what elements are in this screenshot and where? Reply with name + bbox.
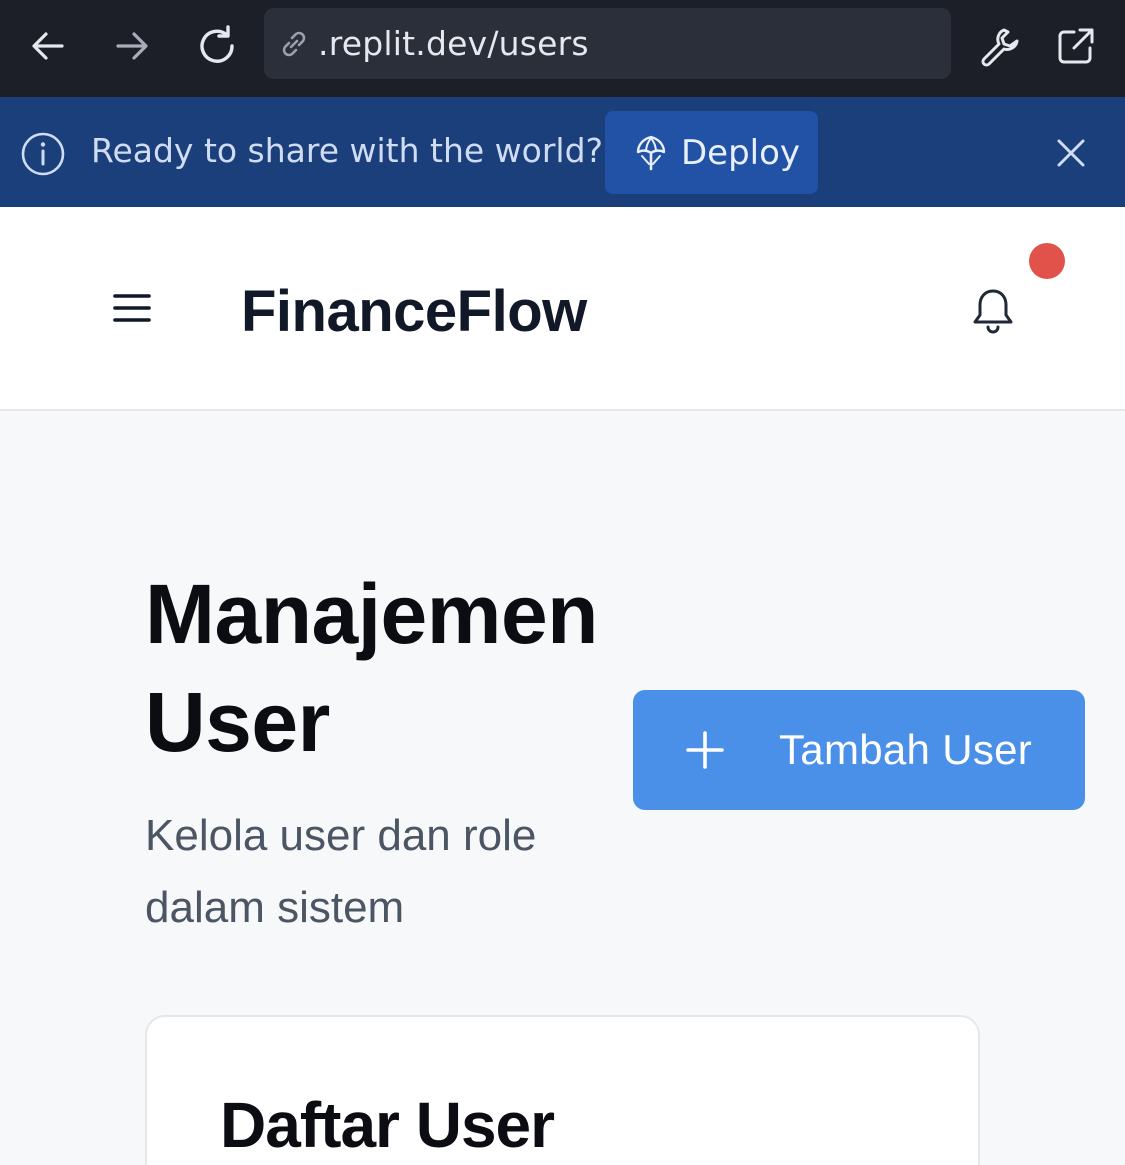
notification-badge — [1029, 243, 1065, 279]
reload-icon — [200, 25, 234, 63]
banner-close-button[interactable] — [1046, 128, 1096, 178]
close-icon — [1057, 139, 1085, 167]
open-external-button[interactable] — [1048, 18, 1104, 74]
add-user-button[interactable]: Tambah User — [633, 690, 1085, 810]
link-icon — [282, 31, 306, 56]
bell-icon — [973, 289, 1013, 334]
plus-icon — [686, 731, 724, 769]
info-icon — [21, 132, 65, 176]
rocket-icon — [636, 135, 666, 170]
arrow-right-icon — [116, 32, 148, 60]
reload-button[interactable] — [189, 18, 245, 74]
browser-toolbar: .replit.dev/users — [0, 0, 1125, 97]
hamburger-menu-icon — [113, 294, 151, 322]
page-subtitle: Kelola user dan role dalam sistem — [145, 811, 537, 932]
wrench-icon — [981, 28, 1019, 67]
address-bar[interactable]: .replit.dev/users — [264, 8, 951, 79]
card-title: Daftar User — [220, 1089, 555, 1161]
menu-button[interactable] — [104, 280, 160, 336]
app-title: FinanceFlow — [241, 279, 587, 344]
external-link-icon — [1058, 28, 1094, 64]
back-button[interactable] — [20, 18, 76, 74]
tools-button[interactable] — [971, 18, 1027, 74]
arrow-left-icon — [32, 32, 64, 60]
add-user-label: Tambah User — [779, 726, 1033, 773]
deploy-label: Deploy — [681, 132, 801, 173]
banner-message: Ready to share with the world? — [91, 131, 604, 170]
page-title: Manajemen User — [145, 567, 599, 769]
url-text: .replit.dev/users — [318, 24, 589, 63]
notifications-button[interactable] — [964, 282, 1022, 340]
forward-button[interactable] — [104, 18, 160, 74]
deploy-button[interactable]: Deploy — [605, 111, 818, 194]
